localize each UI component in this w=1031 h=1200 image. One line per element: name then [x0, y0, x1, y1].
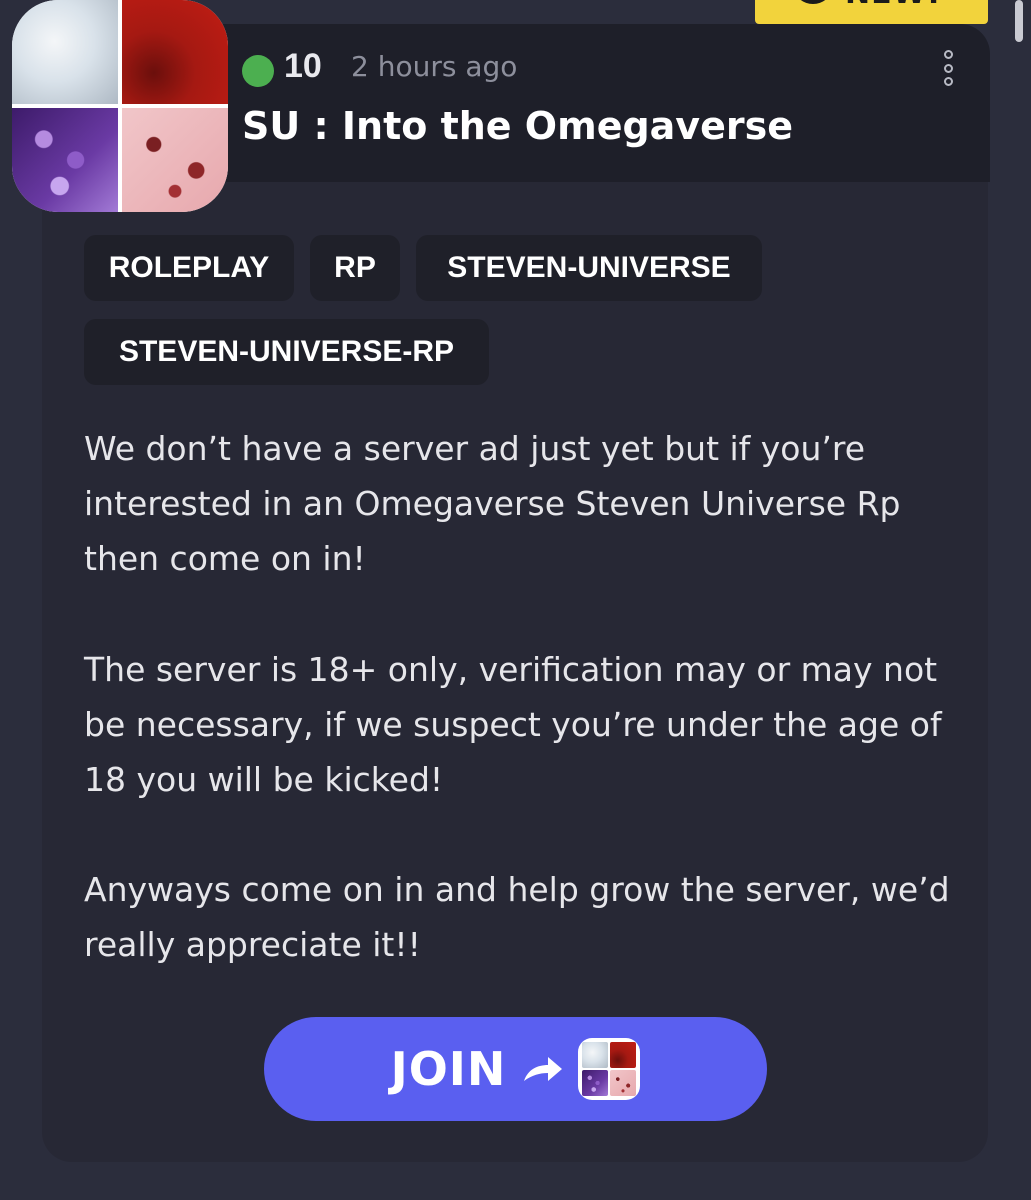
description-paragraph: The server is 18+ only, verification may… — [84, 650, 942, 799]
new-badge: NEW! — [755, 0, 988, 24]
avatar-tile-white — [12, 0, 118, 104]
description-paragraph: Anyways come on in and help grow the ser… — [84, 870, 950, 964]
scrollbar[interactable] — [1015, 0, 1023, 42]
join-button-label: JOIN — [390, 1042, 507, 1096]
new-badge-label: NEW! — [845, 0, 941, 11]
avatar-tile-pink — [122, 108, 228, 212]
online-status-icon — [242, 55, 274, 87]
arrow-right-icon — [524, 1057, 563, 1081]
join-button[interactable]: JOIN — [264, 1017, 767, 1121]
avatar-tile-purple — [12, 108, 118, 212]
more-options-icon[interactable] — [938, 50, 958, 86]
badge-emblem-icon — [795, 0, 831, 4]
tag-steven-universe-rp[interactable]: STEVEN-UNIVERSE-RP — [84, 319, 489, 385]
server-title[interactable]: SU : Into the Omegaverse — [242, 104, 793, 148]
server-thumbnail-icon — [578, 1038, 641, 1100]
description-paragraph: We don’t have a server ad just yet but i… — [84, 429, 901, 578]
tag-rp[interactable]: RP — [310, 235, 400, 301]
avatar-tile-red — [122, 0, 228, 104]
server-avatar[interactable] — [12, 0, 228, 212]
tag-steven-universe[interactable]: STEVEN-UNIVERSE — [416, 235, 762, 301]
tag-roleplay[interactable]: ROLEPLAY — [84, 235, 294, 301]
online-member-count: 10 — [284, 47, 322, 85]
post-timestamp: 2 hours ago — [351, 50, 518, 83]
